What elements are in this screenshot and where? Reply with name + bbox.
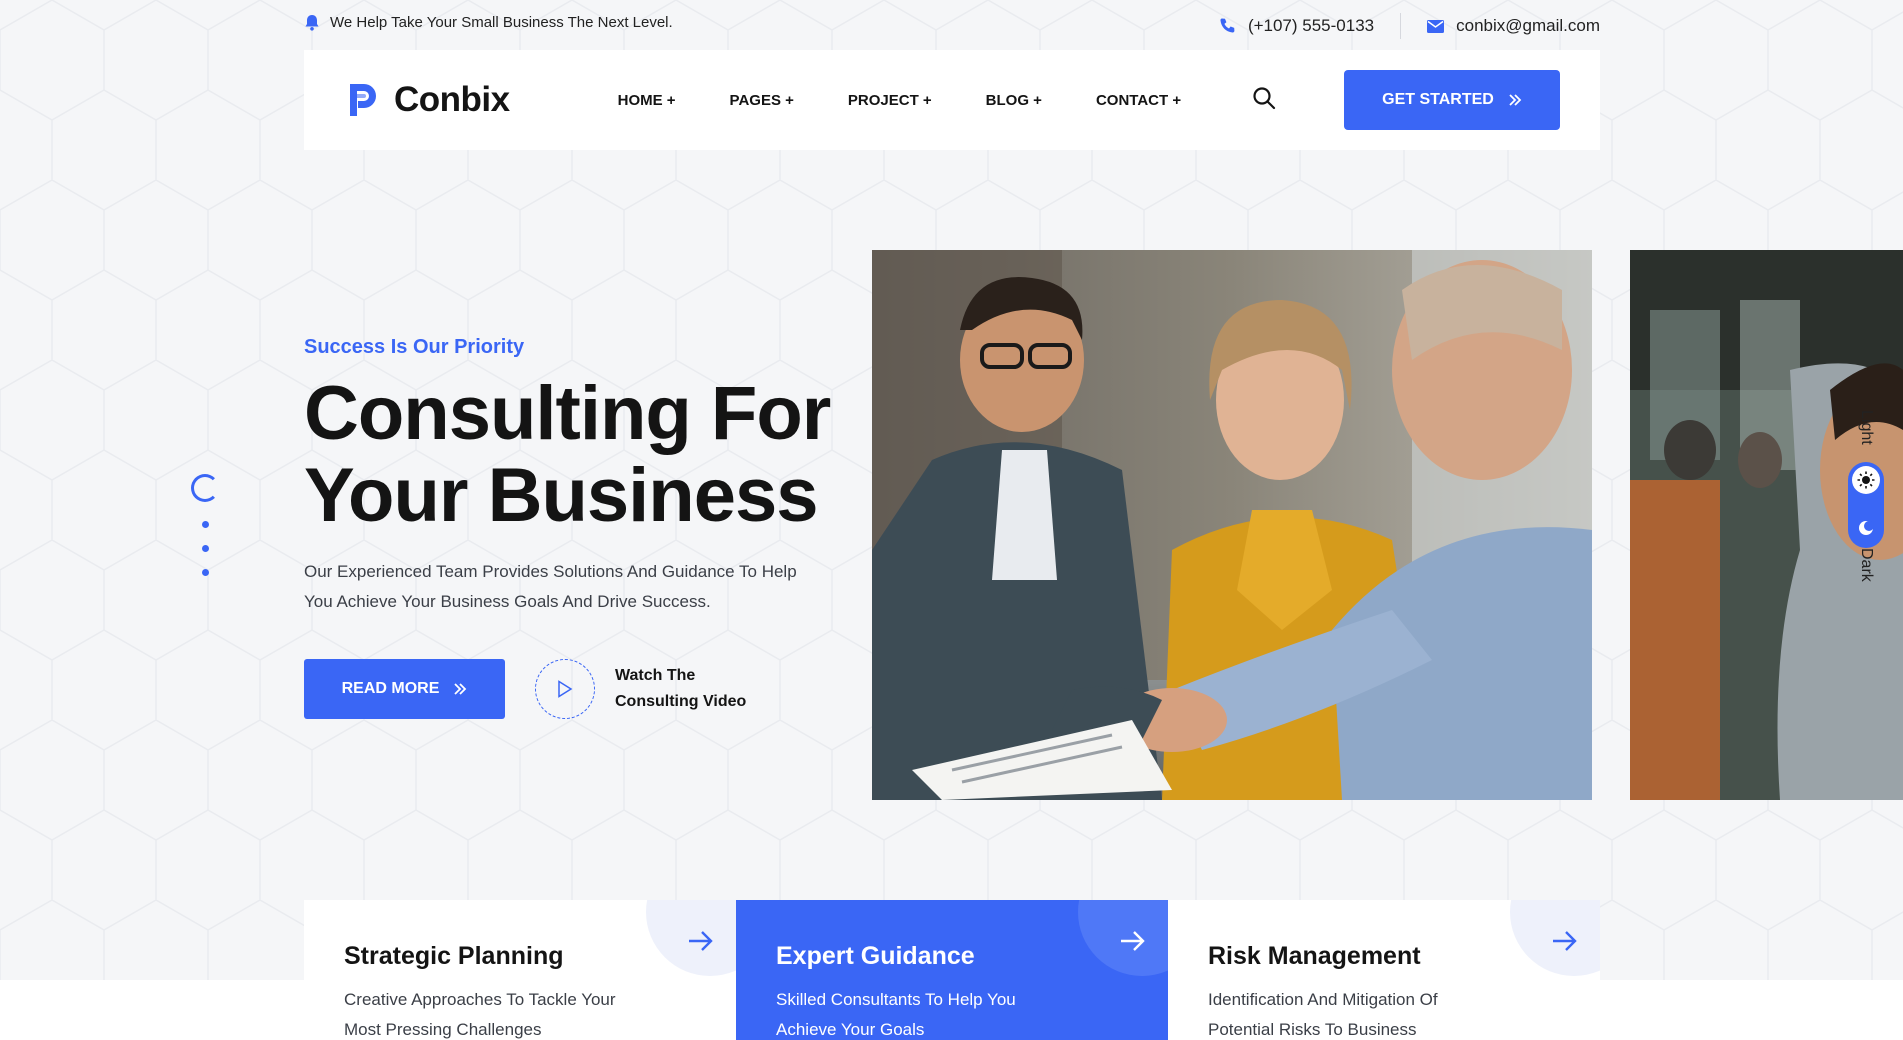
bell-icon (305, 15, 319, 31)
theme-switcher: Light Dark (1848, 410, 1884, 590)
feature-desc-line: Identification And Mitigation Of (1208, 990, 1438, 1009)
topbar-tagline: We Help Take Your Small Business The Nex… (304, 14, 673, 31)
phone-icon (1220, 18, 1235, 33)
arrow-right-icon[interactable] (688, 930, 714, 952)
feature-description: Skilled Consultants To Help You Achieve … (776, 985, 1076, 1040)
topbar-contact: (+107) 555-0133 conbix@gmail.com (1218, 13, 1600, 39)
hero-title-line-1: Consulting For (304, 371, 831, 456)
main-nav: HOME + PAGES + PROJECT + BLOG + CONTACT … (618, 92, 1235, 109)
nav-home[interactable]: HOME + (618, 92, 676, 109)
slider-dot[interactable] (201, 545, 209, 552)
watch-video-link[interactable]: Watch The Consulting Video (615, 663, 746, 715)
logo-text: Conbix (394, 80, 510, 119)
light-label: Light (1858, 410, 1875, 445)
nav-contact[interactable]: CONTACT + (1096, 92, 1181, 109)
double-chevron-right-icon (1509, 94, 1522, 106)
topbar-divider (1400, 13, 1402, 39)
hero-content: Success Is Our Priority Consulting For Y… (304, 336, 844, 719)
nav-blog[interactable]: BLOG + (986, 92, 1042, 109)
email-link[interactable]: conbix@gmail.com (1427, 16, 1600, 36)
get-started-label: GET STARTED (1382, 91, 1494, 108)
logo-mark-icon (350, 84, 376, 116)
hero-title-line-2: Your Business (304, 453, 819, 538)
hero-description: Our Experienced Team Provides Solutions … (304, 562, 797, 611)
feature-desc-line: Skilled Consultants To Help You (776, 990, 1016, 1009)
slider-dot[interactable] (201, 569, 209, 576)
slider-dot-active[interactable] (191, 474, 219, 502)
mail-icon (1427, 19, 1445, 33)
double-chevron-right-icon (454, 683, 467, 695)
nav-pages[interactable]: PAGES + (730, 92, 794, 109)
watch-video-line-1: Watch The (615, 667, 696, 684)
feature-title: Strategic Planning (344, 942, 564, 970)
slider-dot[interactable] (201, 521, 209, 528)
tagline-text: We Help Take Your Small Business The Nex… (330, 14, 673, 31)
light-mode-button[interactable] (1852, 466, 1880, 494)
feature-card-risk-management[interactable]: Risk Management Identification And Mitig… (1168, 900, 1600, 1040)
arrow-right-icon[interactable] (1120, 930, 1146, 952)
slider-pagination (190, 474, 220, 576)
feature-description: Creative Approaches To Tackle Your Most … (344, 985, 644, 1040)
main-header: Conbix HOME + PAGES + PROJECT + BLOG + C… (304, 50, 1600, 150)
arrow-right-icon[interactable] (1552, 930, 1578, 952)
search-button[interactable] (1252, 86, 1276, 115)
feature-card-strategic-planning[interactable]: Strategic Planning Creative Approaches T… (304, 900, 736, 1040)
search-icon (1253, 87, 1276, 110)
phone-link[interactable]: (+107) 555-0133 (1218, 16, 1374, 36)
hero-image-handshake (872, 250, 1592, 800)
sun-icon (1857, 471, 1875, 489)
feature-desc-line: Potential Risks To Business (1208, 1020, 1417, 1039)
email-text: conbix@gmail.com (1456, 16, 1600, 35)
feature-description: Identification And Mitigation Of Potenti… (1208, 985, 1508, 1040)
read-more-button[interactable]: READ MORE (304, 659, 505, 719)
play-icon (558, 680, 573, 698)
hero-actions: READ MORE Watch The Consulting Video (304, 659, 844, 719)
feature-card-expert-guidance[interactable]: Expert Guidance Skilled Consultants To H… (736, 900, 1168, 1040)
hero-title: Consulting For Your Business (304, 373, 844, 537)
get-started-button[interactable]: GET STARTED (1344, 70, 1560, 130)
dark-label: Dark (1858, 548, 1875, 582)
theme-toggle[interactable] (1848, 462, 1884, 548)
dark-mode-button[interactable] (1852, 514, 1880, 542)
watch-video-line-2: Consulting Video (615, 693, 747, 710)
hero-eyebrow: Success Is Our Priority (304, 336, 525, 358)
handshake-illustration (872, 250, 1592, 800)
feature-desc-line: Most Pressing Challenges (344, 1020, 542, 1039)
feature-title: Expert Guidance (776, 942, 975, 970)
feature-desc-line: Creative Approaches To Tackle Your (344, 990, 616, 1009)
read-more-label: READ MORE (341, 680, 440, 697)
logo[interactable]: Conbix (344, 80, 510, 120)
nav-project[interactable]: PROJECT + (848, 92, 932, 109)
feature-desc-line: Achieve Your Goals (776, 1020, 925, 1039)
moon-icon (1859, 521, 1874, 535)
play-video-button[interactable] (535, 659, 595, 719)
feature-title: Risk Management (1208, 942, 1421, 970)
phone-text: (+107) 555-0133 (1247, 16, 1375, 35)
feature-cards: Strategic Planning Creative Approaches T… (304, 900, 1600, 1040)
